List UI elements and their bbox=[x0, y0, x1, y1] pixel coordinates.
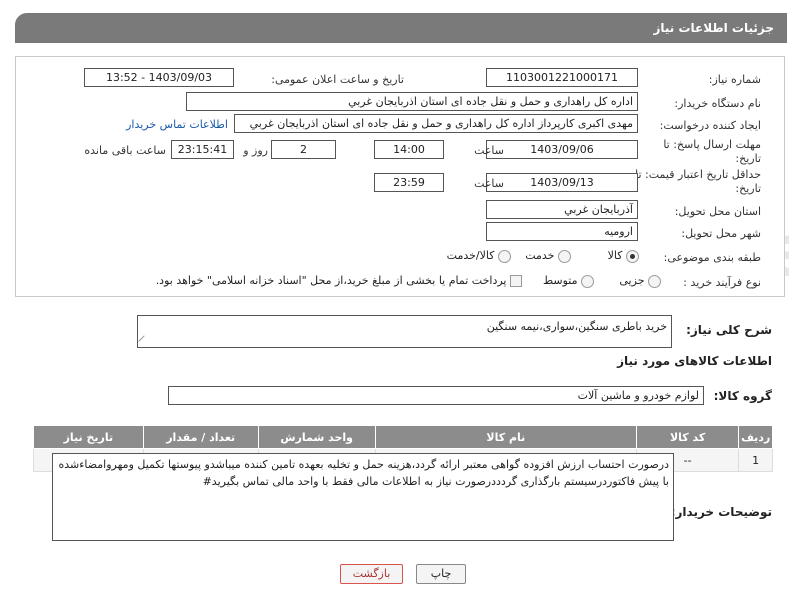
city-label: شهر محل تحویل: bbox=[681, 227, 761, 240]
summary-text: خرید باطری سنگین،سواری،نیمه سنگین bbox=[486, 320, 667, 333]
goods-group-label: گروه کالا: bbox=[713, 389, 772, 403]
print-button[interactable]: چاپ bbox=[416, 564, 466, 584]
province-label: استان محل تحویل: bbox=[674, 205, 761, 218]
page-title: جزئیات اطلاعات نیاز bbox=[653, 21, 774, 35]
page-header: جزئیات اطلاعات نیاز bbox=[15, 13, 787, 43]
cell-row-number: 1 bbox=[738, 448, 773, 472]
col-header-goods-code: کد کالا bbox=[635, 425, 740, 449]
need-number-label: شماره نیاز: bbox=[708, 73, 761, 86]
category-option-goods[interactable]: کالا bbox=[608, 249, 639, 263]
checkbox-icon[interactable] bbox=[510, 275, 522, 287]
summary-label: شرح کلی نیاز: bbox=[686, 323, 772, 337]
goods-section-title: اطلاعات کالاهای مورد نیاز bbox=[617, 354, 772, 368]
radio-icon[interactable] bbox=[558, 249, 571, 263]
category-label: طبقه بندی موضوعی: bbox=[663, 251, 761, 264]
process-label: نوع فرآیند خرید : bbox=[683, 276, 761, 289]
form-panel: شماره نیاز: 1103001221000171 تاریخ و ساع… bbox=[15, 56, 785, 297]
treasury-payment-option[interactable]: پرداخت تمام یا بخشی از مبلغ خرید،از محل … bbox=[156, 274, 522, 287]
requester-field[interactable]: مهدی اکبری کارپرداز اداره کل راهداری و ح… bbox=[234, 114, 638, 133]
buyer-org-label: نام دستگاه خریدار: bbox=[674, 97, 761, 110]
radio-icon[interactable] bbox=[498, 249, 511, 263]
back-button[interactable]: بازگشت bbox=[340, 564, 403, 584]
deadline-date-field[interactable]: 1403/09/06 bbox=[486, 140, 638, 159]
buyer-notes-text: درصورت احتساب ارزش افزوده گواهی معتبر ار… bbox=[58, 458, 669, 488]
validity-time-field[interactable]: 23:59 bbox=[374, 173, 444, 192]
announce-label: تاریخ و ساعت اعلان عمومی: bbox=[271, 73, 404, 86]
table-header-row: ردیف کد کالا نام کالا واحد شمارش تعداد /… bbox=[33, 425, 773, 449]
radio-icon[interactable] bbox=[626, 249, 639, 263]
category-option-goods-service[interactable]: کالا/خدمت bbox=[447, 249, 511, 263]
radio-icon[interactable] bbox=[581, 274, 594, 288]
days-label: روز و bbox=[243, 144, 268, 157]
col-header-row-number: ردیف bbox=[738, 425, 773, 449]
col-header-need-date: تاریخ نیاز bbox=[33, 425, 144, 449]
remaining-label: ساعت باقی مانده bbox=[84, 144, 166, 157]
process-option-minor[interactable]: جزیی bbox=[619, 274, 661, 288]
buyer-contact-link[interactable]: اطلاعات تماس خریدار bbox=[126, 118, 228, 131]
radio-icon[interactable] bbox=[648, 274, 661, 288]
process-option-medium[interactable]: متوسط bbox=[543, 274, 594, 288]
goods-group-field[interactable]: لوازم خودرو و ماشین آلات bbox=[168, 386, 704, 405]
city-field[interactable]: اروميه bbox=[486, 222, 638, 241]
deadline-label: مهلت ارسال پاسخ: تا تاریخ: bbox=[663, 138, 761, 165]
need-number-field[interactable]: 1103001221000171 bbox=[486, 68, 638, 87]
requester-label: ایجاد کننده درخواست: bbox=[659, 119, 761, 132]
days-field[interactable]: 2 bbox=[271, 140, 336, 159]
col-header-unit: واحد شمارش bbox=[257, 425, 376, 449]
validity-date-field[interactable]: 1403/09/13 bbox=[486, 173, 638, 192]
province-field[interactable]: آذربایجان غربي bbox=[486, 200, 638, 219]
validity-label: حداقل تاریخ اعتبار قیمت: تا تاریخ: bbox=[635, 168, 761, 195]
announce-date-field[interactable]: 1403/09/03 - 13:52 bbox=[84, 68, 234, 87]
remaining-time-field[interactable]: 23:15:41 bbox=[171, 140, 234, 159]
buyer-notes-textarea[interactable]: درصورت احتساب ارزش افزوده گواهی معتبر ار… bbox=[52, 453, 674, 541]
buyer-notes-label: توضیحات خریدار: bbox=[670, 505, 772, 519]
summary-textarea[interactable]: خرید باطری سنگین،سواری،نیمه سنگین bbox=[137, 315, 672, 348]
deadline-time-label: ساعت bbox=[474, 144, 504, 157]
buyer-org-field[interactable]: اداره کل راهداری و حمل و نقل جاده ای است… bbox=[186, 92, 638, 111]
col-header-quantity: تعداد / مقدار bbox=[142, 425, 259, 449]
resize-grip-icon[interactable] bbox=[138, 335, 150, 347]
category-option-service[interactable]: خدمت bbox=[525, 249, 571, 263]
col-header-goods-name: نام کالا bbox=[374, 425, 637, 449]
deadline-time-field[interactable]: 14:00 bbox=[374, 140, 444, 159]
validity-time-label: ساعت bbox=[474, 177, 504, 190]
